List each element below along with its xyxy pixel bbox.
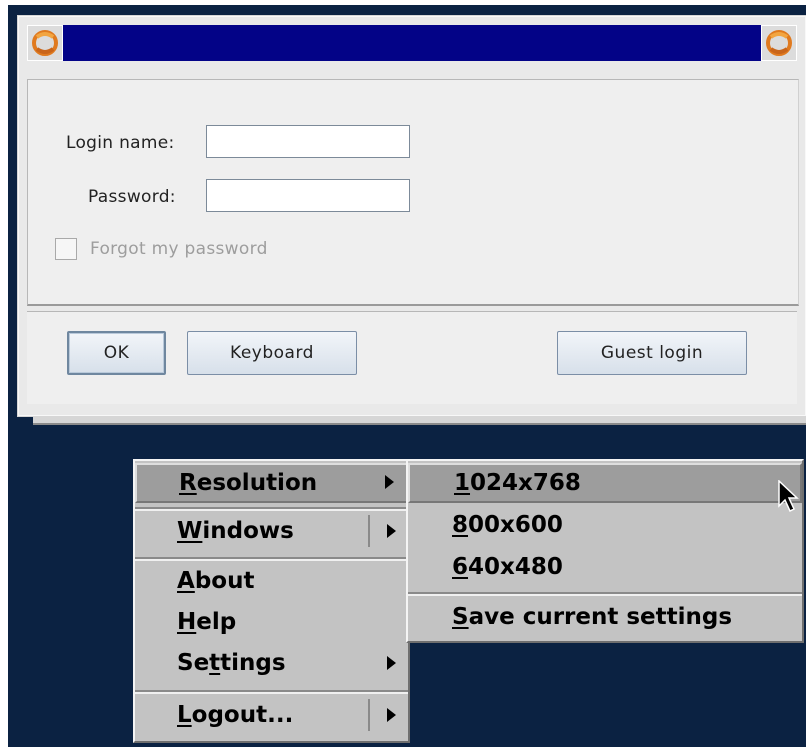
resolution-submenu: 1024x768 800x600 640x480 Save current se… — [406, 459, 804, 643]
forgot-password-checkbox[interactable] — [55, 238, 77, 260]
submenu-arrow-icon — [387, 708, 396, 722]
login-name-input[interactable] — [206, 125, 410, 158]
submenu-arrow-icon — [385, 475, 394, 489]
submenu-arrow-icon — [387, 524, 396, 538]
menu-item-windows[interactable]: Windows — [135, 511, 408, 551]
ok-button[interactable]: OK — [67, 331, 166, 375]
login-form-panel: Login name: Password: Forgot my password — [27, 79, 799, 306]
menu-item-about[interactable]: About — [135, 561, 408, 601]
submenu-button[interactable] — [368, 699, 408, 731]
keyboard-button[interactable]: Keyboard — [187, 331, 357, 375]
main-popup-menu: Resolution Windows About Help Settings L… — [133, 459, 410, 743]
window-menu-icon[interactable] — [27, 25, 63, 61]
menu-item-save-settings[interactable]: Save current settings — [408, 597, 802, 637]
menu-separator — [408, 592, 802, 596]
mouse-pointer-icon — [778, 480, 799, 513]
submenu-button[interactable] — [368, 515, 408, 547]
menu-item-help[interactable]: Help — [135, 602, 408, 642]
forgot-password-label[interactable]: Forgot my password — [90, 239, 268, 259]
submenu-arrow-icon — [387, 656, 396, 670]
window-menu-icon-right[interactable] — [761, 25, 797, 61]
menu-item-1024x768[interactable]: 1024x768 — [408, 463, 802, 503]
menu-item-settings[interactable]: Settings — [135, 643, 408, 683]
menu-item-800x600[interactable]: 800x600 — [408, 505, 802, 545]
password-label: Password: — [88, 187, 176, 207]
guest-login-button[interactable]: Guest login — [557, 331, 747, 375]
button-bar: OK Keyboard Guest login — [27, 311, 797, 404]
login-name-label: Login name: — [66, 133, 175, 153]
password-input[interactable] — [206, 179, 410, 212]
title-bar[interactable] — [27, 25, 797, 61]
menu-item-resolution[interactable]: Resolution — [135, 463, 408, 503]
menu-item-logout[interactable]: Logout... — [135, 695, 408, 735]
menu-separator — [135, 690, 408, 694]
login-window: Login name: Password: Forgot my password… — [18, 16, 806, 416]
menu-item-640x480[interactable]: 640x480 — [408, 547, 802, 587]
